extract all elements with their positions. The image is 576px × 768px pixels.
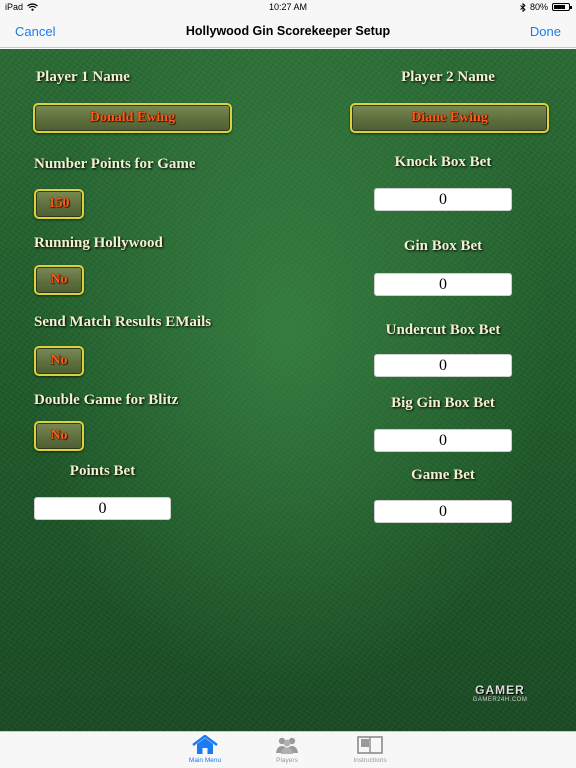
tab-instructions[interactable]: Instructions <box>335 735 405 764</box>
watermark-subtext: GAMER24H.COM <box>472 697 528 703</box>
status-time: 10:27 AM <box>268 2 308 12</box>
undercut-box-bet-label: Undercut Box Bet <box>385 322 501 338</box>
home-icon <box>192 735 218 754</box>
knock-box-bet-field[interactable]: 0 <box>374 188 512 211</box>
watermark-text: GAMER <box>475 683 525 697</box>
player2-name-button[interactable]: Diane Ewing <box>350 103 549 133</box>
book-icon <box>357 736 383 754</box>
battery-percent: 80% <box>529 2 548 12</box>
tab-bar: Main Menu Players Instructions <box>0 731 576 768</box>
bluetooth-icon <box>520 2 526 12</box>
game-bet-field[interactable]: 0 <box>374 500 512 523</box>
players-icon <box>276 737 298 754</box>
tab-players[interactable]: Players <box>252 735 322 764</box>
player1-label: Player 1 Name <box>36 69 130 85</box>
send-emails-button[interactable]: No <box>34 346 84 376</box>
double-blitz-button[interactable]: No <box>34 421 84 451</box>
tab-players-label: Players <box>276 757 298 764</box>
undercut-box-bet-field[interactable]: 0 <box>374 354 512 377</box>
big-gin-box-bet-label: Big Gin Box Bet <box>391 395 495 411</box>
send-emails-label: Send Match Results EMails <box>34 314 212 330</box>
battery-icon <box>552 3 572 11</box>
tab-main-menu[interactable]: Main Menu <box>170 735 240 764</box>
knock-box-bet-label: Knock Box Bet <box>394 154 492 170</box>
status-right: 80% <box>520 2 572 12</box>
running-hollywood-label: Running Hollywood <box>34 235 163 251</box>
points-bet-label: Points Bet <box>69 463 136 479</box>
nav-bar: Cancel Hollywood Gin Scorekeeper Setup D… <box>0 16 576 48</box>
tab-instructions-label: Instructions <box>353 757 387 764</box>
points-for-game-button[interactable]: 150 <box>34 189 84 219</box>
watermark-logo: GAMER GAMER24H.COM <box>455 683 545 705</box>
big-gin-box-bet-field[interactable]: 0 <box>374 429 512 452</box>
points-for-game-label: Number Points for Game <box>34 156 196 172</box>
status-bar: iPad 10:27 AM 80% <box>0 0 576 16</box>
player2-label: Player 2 Name <box>401 69 495 85</box>
setup-panel: Player 1 Name Donald Ewing Number Points… <box>0 49 576 731</box>
gin-box-bet-label: Gin Box Bet <box>403 238 483 254</box>
double-blitz-label: Double Game for Blitz <box>34 392 179 408</box>
running-hollywood-button[interactable]: No <box>34 265 84 295</box>
battery-fill <box>554 5 566 9</box>
tab-main-menu-label: Main Menu <box>188 757 222 764</box>
gin-box-bet-field[interactable]: 0 <box>374 273 512 296</box>
points-bet-field[interactable]: 0 <box>34 497 171 520</box>
done-button[interactable]: Done <box>530 24 561 39</box>
page-title: Hollywood Gin Scorekeeper Setup <box>185 24 391 38</box>
player1-name-button[interactable]: Donald Ewing <box>33 103 232 133</box>
game-bet-label: Game Bet <box>411 467 475 483</box>
